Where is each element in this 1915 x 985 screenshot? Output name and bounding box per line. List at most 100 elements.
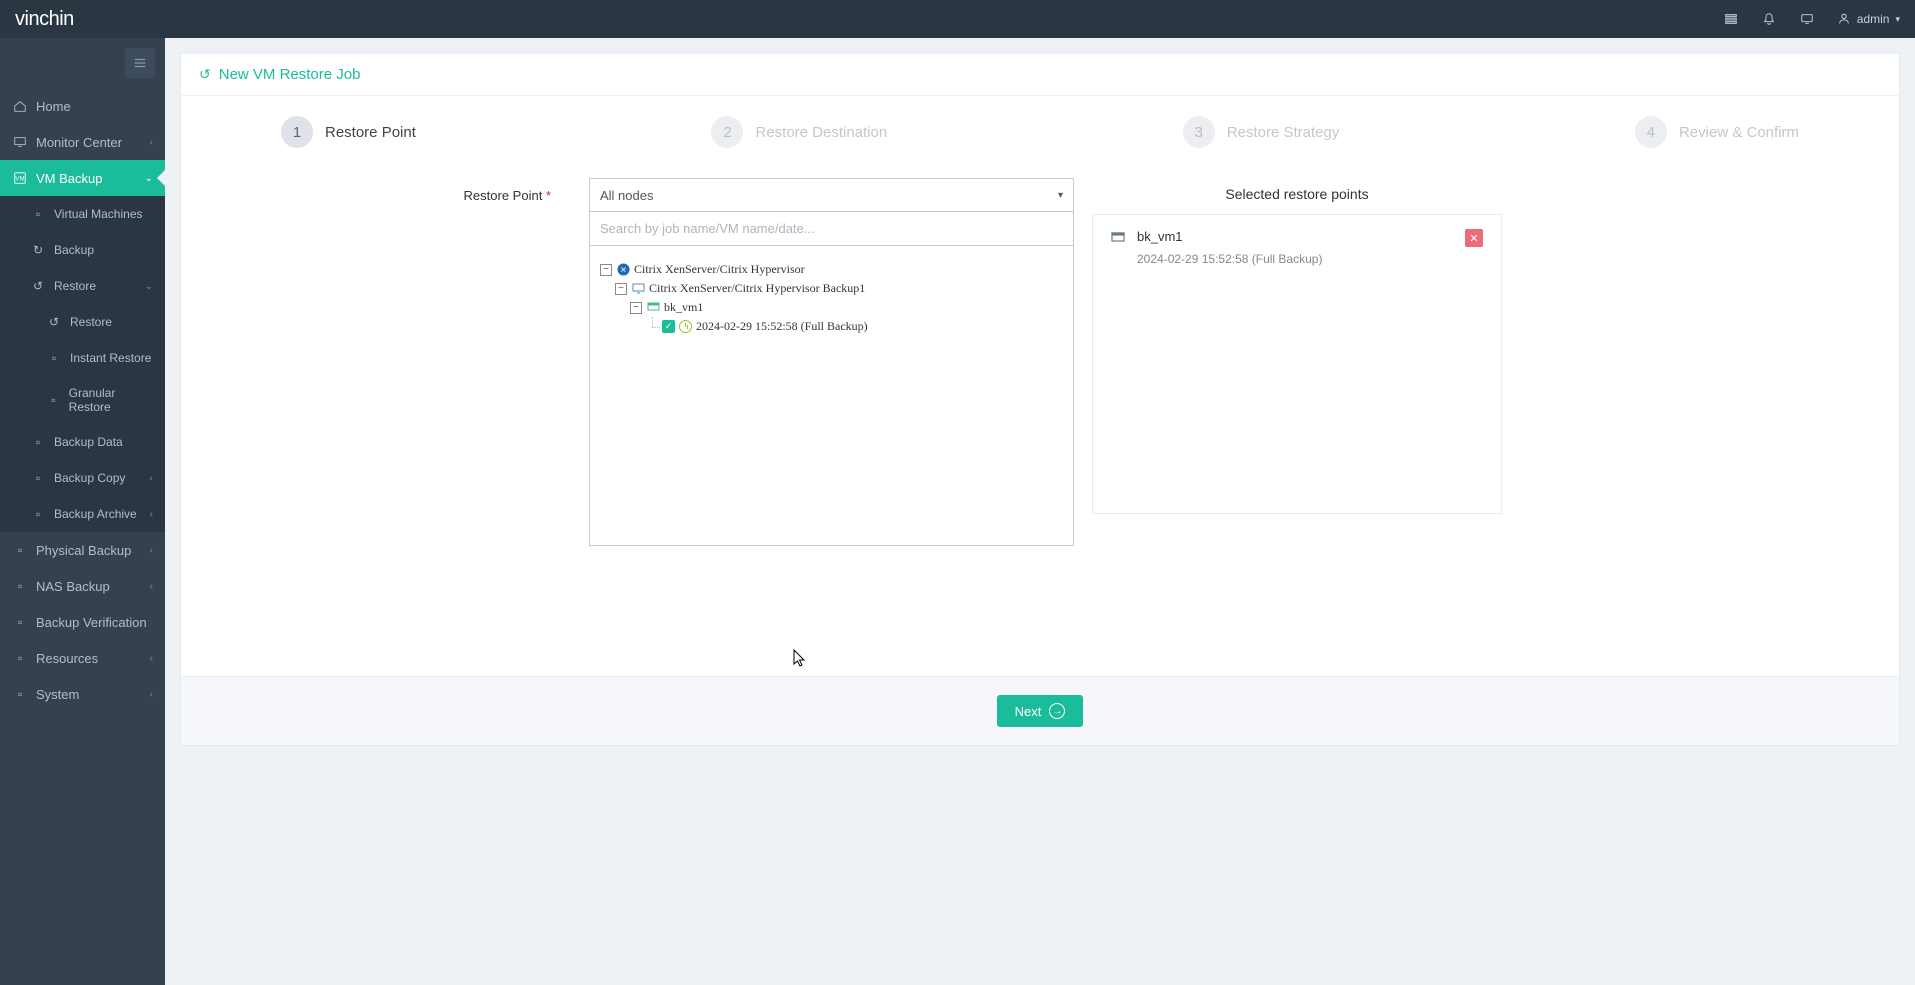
sidebar-sub-backupcopy[interactable]: ▫ Backup Copy ‹ <box>0 460 165 496</box>
sidebar-item-resources[interactable]: ▫ Resources ‹ <box>0 640 165 676</box>
user-menu[interactable]: admin ▾ <box>1837 12 1900 26</box>
sidebar-toggle[interactable] <box>125 48 155 78</box>
page-title: New VM Restore Job <box>219 66 361 83</box>
brand-part1: vin <box>15 8 39 30</box>
step-number: 4 <box>1635 116 1667 148</box>
step-label: Restore Strategy <box>1227 124 1340 141</box>
tree-node-hypervisor[interactable]: − ✕ Citrix XenServer/Citrix Hypervisor <box>600 260 1063 279</box>
selected-detail: 2024-02-29 15:52:58 (Full Backup) <box>1137 252 1453 266</box>
archive-icon: ▫ <box>30 506 46 522</box>
step-label: Restore Destination <box>755 124 887 141</box>
step-label: Review & Confirm <box>1679 124 1799 141</box>
list-icon: ▫ <box>30 206 46 222</box>
main-area: ↺ New VM Restore Job 1 Restore Point 2 R… <box>165 38 1915 985</box>
screen-icon[interactable] <box>1799 11 1815 27</box>
wizard-step-4[interactable]: 4 Review & Confirm <box>1635 116 1799 148</box>
sidebar-sub-backup[interactable]: ↻ Backup <box>0 232 165 268</box>
collapse-icon[interactable]: − <box>630 302 642 314</box>
field-label-restore-point: Restore Point * <box>241 178 571 546</box>
server-icon: ▫ <box>12 542 28 558</box>
nas-icon: ▫ <box>12 578 28 594</box>
sidebar-sub2-instant[interactable]: ▫ Instant Restore <box>0 340 165 376</box>
home-icon <box>12 98 28 114</box>
resources-icon: ▫ <box>12 650 28 666</box>
checkbox-checked[interactable]: ✓ <box>662 320 675 333</box>
hamburger-icon <box>133 56 147 70</box>
sidebar-item-nas[interactable]: ▫ NAS Backup ‹ <box>0 568 165 604</box>
sidebar-label: Instant Restore <box>70 351 151 365</box>
svg-text:✕: ✕ <box>620 266 627 275</box>
next-label: Next <box>1015 704 1042 719</box>
sidebar-label: Physical Backup <box>36 543 131 558</box>
restore-point-tree: − ✕ Citrix XenServer/Citrix Hypervisor −… <box>589 246 1074 546</box>
step-number: 3 <box>1183 116 1215 148</box>
wizard-step-2[interactable]: 2 Restore Destination <box>711 116 887 148</box>
sidebar-item-home[interactable]: Home <box>0 88 165 124</box>
vm-icon: VM <box>12 170 28 186</box>
sidebar-item-monitor[interactable]: Monitor Center ‹ <box>0 124 165 160</box>
required-mark: * <box>546 188 551 203</box>
sidebar-sub-backuparchive[interactable]: ▫ Backup Archive ‹ <box>0 496 165 532</box>
selected-title: Selected restore points <box>1092 178 1502 214</box>
sidebar-item-physical[interactable]: ▫ Physical Backup ‹ <box>0 532 165 568</box>
tree-node-restorepoint[interactable]: ✓ 2024-02-29 15:52:58 (Full Backup) <box>600 317 1063 336</box>
monitor-icon <box>12 134 28 150</box>
wizard-step-3[interactable]: 3 Restore Strategy <box>1183 116 1340 148</box>
chevron-left-icon: ‹ <box>150 653 153 664</box>
sidebar-sub-vms[interactable]: ▫ Virtual Machines <box>0 196 165 232</box>
card-header: ↺ New VM Restore Job <box>181 54 1899 96</box>
tasks-icon[interactable] <box>1723 11 1739 27</box>
sidebar-item-system[interactable]: ▫ System ‹ <box>0 676 165 712</box>
sidebar-sub2-restore[interactable]: ↺ Restore <box>0 304 165 340</box>
close-icon: ✕ <box>1469 232 1478 245</box>
svg-text:VM: VM <box>15 176 24 183</box>
sidebar-label: Resources <box>36 651 98 666</box>
sidebar-label: NAS Backup <box>36 579 110 594</box>
chevron-down-icon: ⌄ <box>145 281 153 292</box>
step-number: 2 <box>711 116 743 148</box>
verify-icon: ▫ <box>12 614 28 630</box>
sidebar-sub-restore[interactable]: ↺ Restore ⌄ <box>0 268 165 304</box>
sidebar-label: Backup <box>54 243 94 257</box>
node-select[interactable]: All nodes ▾ <box>589 178 1074 212</box>
node-select-value: All nodes <box>600 188 653 203</box>
vm-icon <box>646 301 660 315</box>
brand-logo: vinchin <box>15 8 74 31</box>
sidebar: Home Monitor Center ‹ VM VM Backup ⌄ ▫ V… <box>0 38 165 985</box>
sidebar-label: Backup Archive <box>54 507 137 521</box>
chevron-down-icon: ⌄ <box>145 173 153 184</box>
collapse-icon[interactable]: − <box>600 264 612 276</box>
sidebar-sub2-granular[interactable]: ▫ Granular Restore <box>0 376 165 424</box>
wizard-footer: Next → <box>181 676 1899 745</box>
tree-node-job[interactable]: − Citrix XenServer/Citrix Hypervisor Bac… <box>600 279 1063 298</box>
clock-icon <box>679 320 692 333</box>
bell-icon[interactable] <box>1761 11 1777 27</box>
sidebar-label: System <box>36 687 79 702</box>
chevron-left-icon: ‹ <box>150 545 153 556</box>
chevron-left-icon: ‹ <box>150 581 153 592</box>
remove-button[interactable]: ✕ <box>1465 229 1483 247</box>
sidebar-item-vmbackup[interactable]: VM VM Backup ⌄ <box>0 160 165 196</box>
topbar-right: admin ▾ <box>1723 11 1900 27</box>
tree-node-vm[interactable]: − bk_vm1 <box>600 298 1063 317</box>
citrix-icon: ✕ <box>616 263 630 277</box>
main-card: ↺ New VM Restore Job 1 Restore Point 2 R… <box>180 53 1900 746</box>
sidebar-sub-backupdata[interactable]: ▫ Backup Data <box>0 424 165 460</box>
tree-label: Citrix XenServer/Citrix Hypervisor <box>634 262 805 277</box>
chevron-left-icon: ‹ <box>150 137 153 148</box>
tree-label: bk_vm1 <box>664 300 703 315</box>
sidebar-label: Restore <box>70 315 112 329</box>
brand-part2: chin <box>39 8 74 30</box>
sidebar-list: Home Monitor Center ‹ VM VM Backup ⌄ ▫ V… <box>0 88 165 712</box>
wizard-step-1[interactable]: 1 Restore Point <box>281 116 416 148</box>
restore-icon: ↺ <box>30 278 46 294</box>
tree-label: 2024-02-29 15:52:58 (Full Backup) <box>696 319 868 334</box>
sidebar-item-verify[interactable]: ▫ Backup Verification <box>0 604 165 640</box>
monitor-icon <box>631 282 645 296</box>
collapse-icon[interactable]: − <box>615 283 627 295</box>
refresh-icon: ↺ <box>199 66 211 83</box>
sidebar-label: Backup Data <box>54 435 123 449</box>
selected-item: bk_vm1 2024-02-29 15:52:58 (Full Backup)… <box>1092 214 1502 514</box>
search-input[interactable] <box>589 212 1074 246</box>
next-button[interactable]: Next → <box>997 695 1084 727</box>
